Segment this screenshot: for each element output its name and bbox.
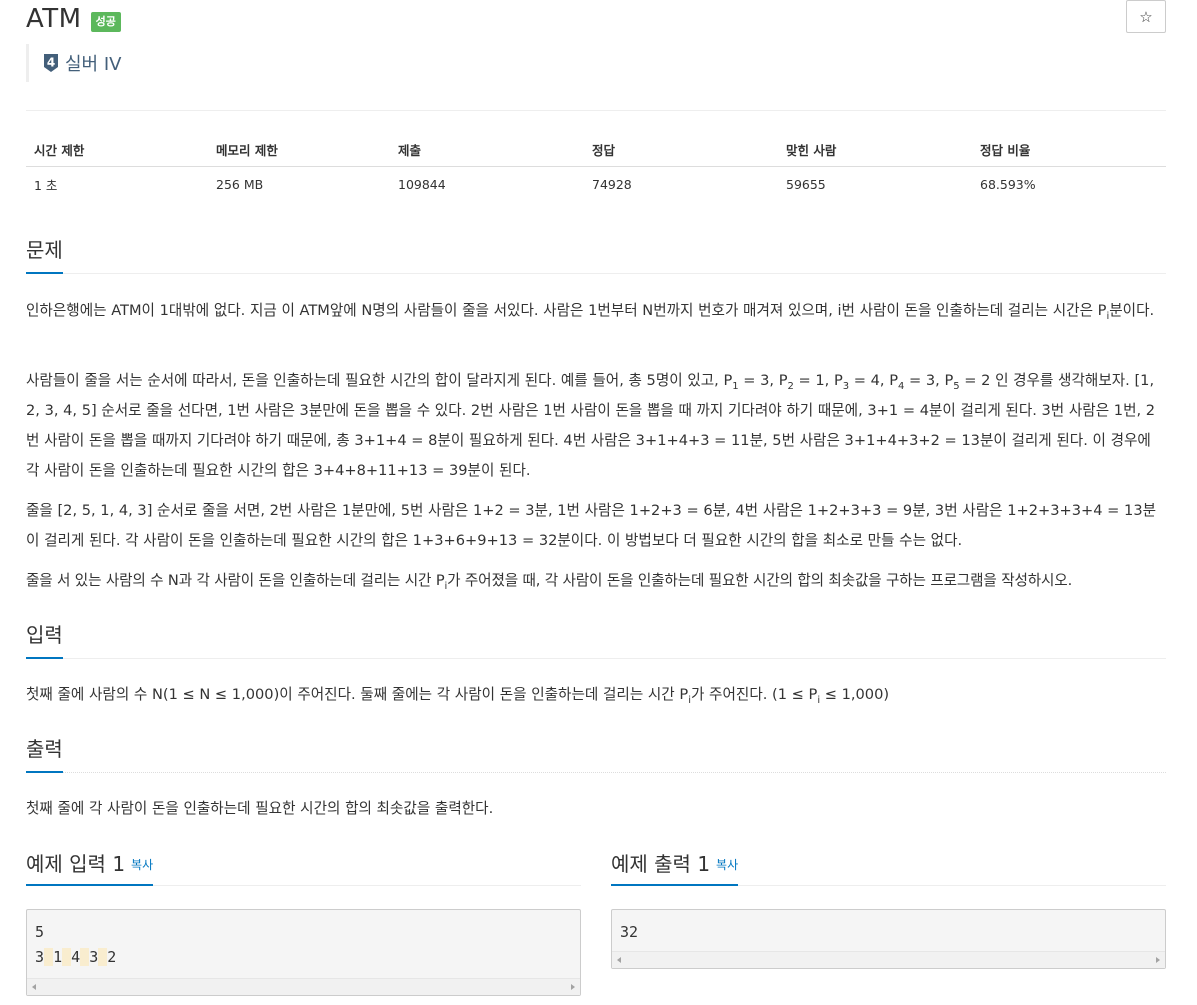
description-paragraph-4: 줄을 서 있는 사람의 수 N과 각 사람이 돈을 인출하는데 걸리는 시간 P…: [26, 572, 1073, 592]
problem-info-table: 시간 제한 메모리 제한 제출 정답 맞힌 사람 정답 비율 1 초 256 M…: [26, 134, 1166, 202]
description-header: 문제: [26, 234, 1166, 274]
copy-sample-output-button[interactable]: 복사: [716, 858, 738, 872]
section-title-input: 입력: [26, 619, 63, 659]
star-button[interactable]: ☆: [1126, 0, 1166, 33]
sample-output-title: 예제 출력 1 복사: [611, 848, 739, 886]
section-title-output: 출력: [26, 733, 63, 773]
horizontal-scrollbar[interactable]: [612, 951, 1165, 968]
scroll-right-arrow-icon[interactable]: [571, 984, 575, 990]
silver-tier-shield-icon: 4: [44, 54, 58, 72]
scroll-left-arrow-icon[interactable]: [32, 984, 36, 990]
output-header: 출력: [26, 733, 1166, 773]
scroll-right-arrow-icon[interactable]: [1156, 957, 1160, 963]
tier-info: 4 실버 IV: [26, 44, 121, 82]
memory-limit-value: 256 MB: [216, 176, 264, 192]
description-paragraph-1: 인하은행에는 ATM이 1대밖에 없다. 지금 이 ATM앞에 N명의 사람들이…: [26, 302, 1155, 322]
header-submissions: 제출: [390, 134, 584, 167]
accepted-value[interactable]: 74928: [584, 166, 778, 202]
section-title-description: 문제: [26, 234, 63, 274]
sample-input-header: 예제 입력 1 복사: [26, 848, 581, 886]
page-title: ATM: [26, 4, 82, 34]
sample-output-header: 예제 출력 1 복사: [611, 848, 1166, 886]
sample-input-title: 예제 입력 1 복사: [26, 848, 154, 886]
output-description: 첫째 줄에 각 사람이 돈을 인출하는데 필요한 시간의 합의 최솟값을 출력한…: [26, 800, 494, 817]
description-paragraph-3: 줄을 [2, 5, 1, 4, 3] 순서로 줄을 서면, 2번 사람은 1분만…: [26, 502, 1157, 549]
tier-number: 4: [47, 56, 55, 70]
horizontal-scrollbar[interactable]: [27, 978, 580, 995]
table-header-row: 시간 제한 메모리 제한 제출 정답 맞힌 사람 정답 비율: [26, 134, 1166, 167]
submissions-value[interactable]: 109844: [390, 166, 584, 202]
input-description: 첫째 줄에 사람의 수 N(1 ≤ N ≤ 1,000)이 주어진다. 둘째 줄…: [26, 686, 890, 706]
sample-output-box[interactable]: 32: [611, 909, 1166, 969]
header-memory-limit: 메모리 제한: [208, 134, 390, 167]
header-accepted: 정답: [584, 134, 778, 167]
sample-input-line-1: 5: [35, 923, 45, 941]
scroll-left-arrow-icon[interactable]: [617, 957, 621, 963]
status-badge: 성공: [90, 12, 121, 32]
table-row: 1 초 256 MB 109844 74928 59655 68.593%: [26, 166, 1166, 202]
input-header: 입력: [26, 619, 1166, 659]
solvers-value[interactable]: 59655: [778, 166, 972, 202]
star-icon: ☆: [1139, 7, 1153, 26]
copy-sample-input-button[interactable]: 복사: [131, 858, 153, 872]
sample-input-box[interactable]: 5 3 1 4 3 2: [26, 909, 581, 996]
header-accept-ratio: 정답 비율: [972, 134, 1166, 167]
accept-ratio-value: 68.593%: [980, 176, 1036, 192]
problem-header: ATM 성공: [26, 2, 121, 36]
description-paragraph-2: 사람들이 줄을 서는 순서에 따라서, 돈을 인출하는데 필요한 시간의 합이 …: [26, 372, 1156, 479]
sample-input-line-2: 3 1 4 3 2: [35, 948, 117, 966]
divider: [26, 110, 1166, 111]
tier-label[interactable]: 실버 IV: [65, 50, 121, 76]
sample-output-line-1: 32: [620, 923, 639, 941]
header-solvers: 맞힌 사람: [778, 134, 972, 167]
header-time-limit: 시간 제한: [26, 134, 208, 167]
time-limit-value: 1 초: [34, 177, 58, 193]
